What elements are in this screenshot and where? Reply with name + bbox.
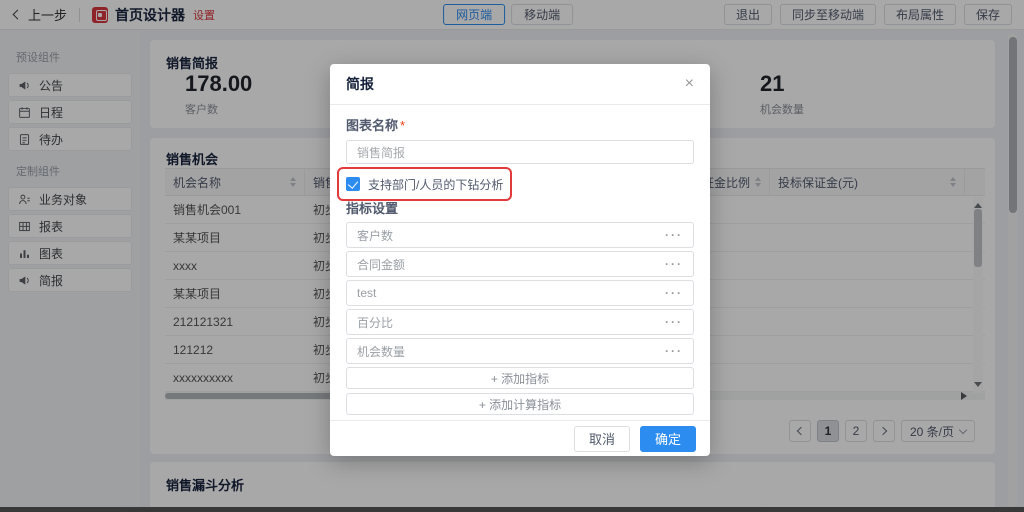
drill-down-checkbox[interactable]	[346, 177, 360, 191]
add-metric-button[interactable]: + 添加指标	[346, 367, 694, 389]
metric-row-label: 机会数量	[357, 343, 405, 360]
confirm-button[interactable]: 确定	[640, 426, 696, 452]
modal-body: 图表名称* 销售简报 支持部门/人员的下钻分析 指标设置 客户数 ··· 合同金额 ·…	[330, 105, 710, 415]
homepage-designer-screen: 上一步 首页设计器 设置 网页端移动端 退出同步至移动端布局属性保存 预设组件公…	[0, 0, 1024, 512]
close-icon[interactable]: ×	[685, 76, 694, 92]
required-mark: *	[400, 118, 405, 133]
modal-footer: 取消 确定	[330, 420, 710, 456]
metric-setting-row[interactable]: 机会数量 ···	[346, 338, 694, 364]
more-options-icon[interactable]: ···	[665, 286, 683, 300]
brief-settings-modal: 简报 × 图表名称* 销售简报 支持部门/人员的下钻分析 指标设置 客户数 ···…	[330, 64, 710, 456]
modal-header: 简报 ×	[330, 64, 710, 105]
metric-row-label: 客户数	[357, 227, 393, 244]
more-options-icon[interactable]: ···	[665, 315, 683, 329]
metric-setting-row[interactable]: 客户数 ···	[346, 222, 694, 248]
more-options-icon[interactable]: ···	[665, 228, 683, 242]
chart-name-label: 图表名称*	[346, 119, 694, 133]
drill-down-checkbox-row[interactable]: 支持部门/人员的下钻分析	[346, 173, 503, 195]
metric-row-label: 合同金额	[357, 256, 405, 273]
metric-setting-row[interactable]: 合同金额 ···	[346, 251, 694, 277]
drill-down-label: 支持部门/人员的下钻分析	[368, 176, 503, 193]
metrics-settings-label: 指标设置	[346, 202, 694, 216]
chart-name-input[interactable]: 销售简报	[346, 140, 694, 164]
more-options-icon[interactable]: ···	[665, 344, 683, 358]
modal-title: 简报	[346, 74, 374, 94]
metric-rows: 客户数 ··· 合同金额 ··· test ··· 百分比 ··· 机会数量 ···	[346, 222, 694, 364]
metric-setting-row[interactable]: test ···	[346, 280, 694, 306]
cancel-button[interactable]: 取消	[574, 426, 630, 452]
metric-row-label: 百分比	[357, 314, 393, 331]
metric-row-label: test	[357, 286, 376, 300]
metric-setting-row[interactable]: 百分比 ···	[346, 309, 694, 335]
add-calc-metric-button[interactable]: + 添加计算指标	[346, 393, 694, 415]
more-options-icon[interactable]: ···	[665, 257, 683, 271]
